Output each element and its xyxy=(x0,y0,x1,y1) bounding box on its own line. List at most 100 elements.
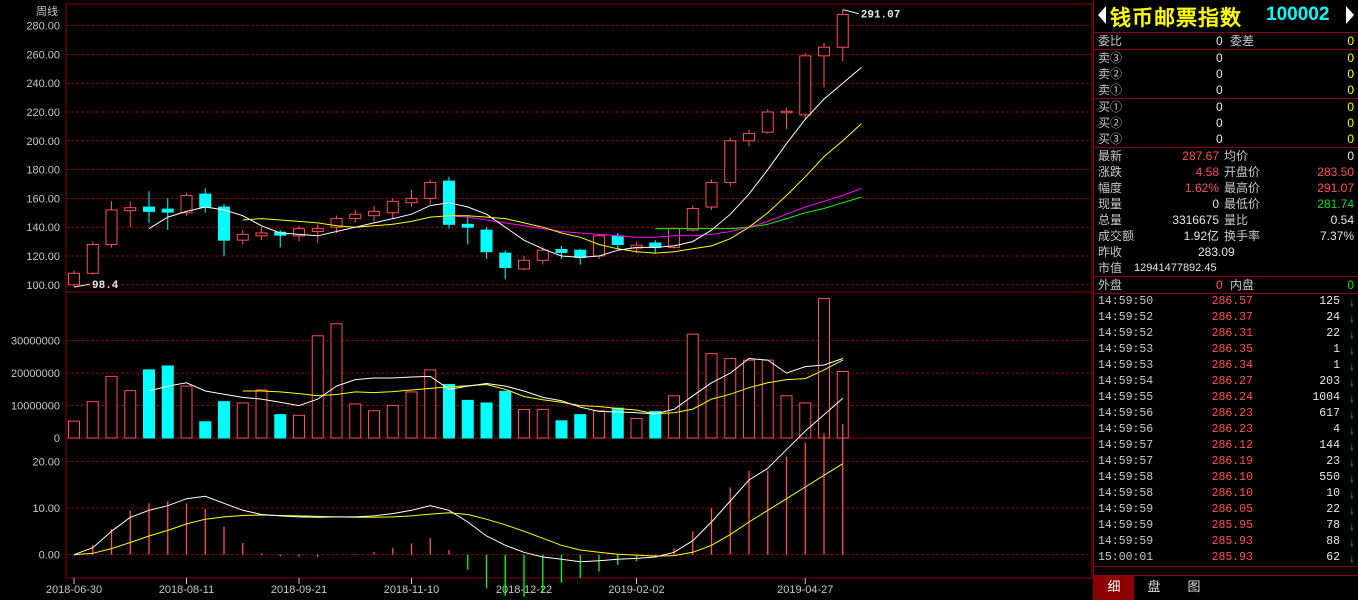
candlesticks[interactable] xyxy=(68,9,849,288)
candle-body[interactable] xyxy=(574,249,587,258)
tick-volume: 1004 xyxy=(1312,391,1340,404)
max-price-label: 291.07 xyxy=(861,10,901,22)
tick-row[interactable]: 14:59:50 286.57 125 ↓ xyxy=(1094,294,1358,310)
candle-body[interactable] xyxy=(555,248,568,253)
buy-level-row: 买① 0 0 xyxy=(1094,99,1358,115)
candle-body[interactable] xyxy=(743,133,755,142)
tick-row[interactable]: 14:59:59 286.05 22 ↓ xyxy=(1094,502,1358,518)
tick-row[interactable]: 14:59:58 286.10 10 ↓ xyxy=(1094,486,1358,502)
tick-row[interactable]: 14:59:59 285.93 88 ↓ xyxy=(1094,534,1358,550)
candle-body[interactable] xyxy=(199,193,212,208)
candle-body[interactable] xyxy=(255,232,268,237)
candle-body[interactable] xyxy=(611,235,624,245)
kline-chart-svg[interactable]: 周线 280.00 260.00 240.00 220.00 200.00 180.00 1… xyxy=(0,0,1093,600)
candle-body[interactable] xyxy=(518,259,530,270)
candle-body[interactable] xyxy=(311,228,324,233)
tick-price: 286.05 xyxy=(1211,503,1253,516)
security-name: 钱币邮票指数 xyxy=(1110,6,1242,30)
stat-row: 涨跌 4.58 开盘价 283.50 xyxy=(1094,164,1358,180)
candle-body[interactable] xyxy=(405,197,418,204)
tick-row[interactable]: 14:59:56 286.23 617 ↓ xyxy=(1094,406,1358,422)
ma-line-magenta xyxy=(448,187,862,238)
tick-row[interactable]: 14:59:56 286.23 4 ↓ xyxy=(1094,422,1358,438)
volume-bar xyxy=(105,375,118,439)
down-arrow-icon: ↓ xyxy=(1349,455,1355,469)
tick-row[interactable]: 14:59:53 286.35 1 ↓ xyxy=(1094,342,1358,358)
candle-body[interactable] xyxy=(68,272,80,286)
tick-time: 14:59:58 xyxy=(1098,487,1154,500)
tab-detail[interactable]: 细 xyxy=(1094,576,1134,600)
tab-chart[interactable]: 图 xyxy=(1174,576,1214,600)
candle-body[interactable] xyxy=(836,14,849,48)
down-arrow-icon: ↓ xyxy=(1349,519,1355,533)
volume-bar xyxy=(424,369,437,439)
tick-row[interactable]: 14:59:52 286.37 24 ↓ xyxy=(1094,310,1358,326)
candle-body[interactable] xyxy=(686,207,699,231)
candle-body[interactable] xyxy=(761,111,774,133)
tick-row[interactable]: 14:59:54 286.27 203 ↓ xyxy=(1094,374,1358,390)
buy-level-label: 买① xyxy=(1098,100,1123,114)
prev-security-arrow-icon[interactable] xyxy=(1098,6,1106,24)
tick-row[interactable]: 14:59:57 286.12 144 ↓ xyxy=(1094,438,1358,454)
candle-body[interactable] xyxy=(143,206,155,212)
tick-row[interactable]: 14:59:58 286.10 550 ↓ xyxy=(1094,470,1358,486)
security-code: 100002 xyxy=(1266,4,1330,25)
volume-bar xyxy=(199,421,212,439)
tick-row[interactable]: 14:59:59 285.95 78 ↓ xyxy=(1094,518,1358,534)
candle-body[interactable] xyxy=(161,208,174,213)
tick-volume: 144 xyxy=(1319,439,1340,452)
buy-level-volume: 0 xyxy=(1347,100,1354,114)
tick-row[interactable]: 14:59:55 286.24 1004 ↓ xyxy=(1094,390,1358,406)
candle-body[interactable] xyxy=(236,233,249,241)
tick-time: 14:59:53 xyxy=(1098,343,1154,356)
candle-body[interactable] xyxy=(461,223,474,228)
kline-chart-area[interactable]: 周线 280.00 260.00 240.00 220.00 200.00 180.00 1… xyxy=(0,0,1093,600)
candle-body[interactable] xyxy=(480,229,493,253)
candle-body[interactable] xyxy=(593,235,605,257)
candle-body[interactable] xyxy=(349,213,362,220)
sell-level-label: 卖③ xyxy=(1098,51,1123,65)
tick-row[interactable]: 14:59:52 286.31 22 ↓ xyxy=(1094,326,1358,342)
candle-body[interactable] xyxy=(818,46,830,57)
volume-bar xyxy=(86,401,99,439)
candle-body[interactable] xyxy=(705,182,718,208)
stat-value: 291.07 xyxy=(1317,181,1354,195)
candle-body[interactable] xyxy=(724,140,737,184)
tab-orderbook[interactable]: 盘 xyxy=(1134,576,1174,600)
candle-body[interactable] xyxy=(536,249,549,261)
volume-bar xyxy=(236,402,249,439)
bottom-tabs: 细 盘 图 xyxy=(1094,575,1358,600)
candle-body[interactable] xyxy=(424,182,437,199)
tick-price: 286.37 xyxy=(1211,311,1253,324)
tick-time: 14:59:57 xyxy=(1098,439,1154,452)
tick-row[interactable]: 14:59:53 286.34 1 ↓ xyxy=(1094,358,1358,374)
candle-body[interactable] xyxy=(499,252,512,269)
candle-body[interactable] xyxy=(218,206,230,241)
tick-volume: 22 xyxy=(1326,327,1340,340)
candle-body[interactable] xyxy=(799,55,812,116)
date-label: 2018-06-30 xyxy=(46,584,102,596)
candle-body[interactable] xyxy=(368,210,380,217)
buy-level-label: 买③ xyxy=(1098,132,1123,146)
weicha-label: 委差 xyxy=(1230,34,1255,48)
tick-list[interactable]: 14:59:50 286.57 125 ↓ 14:59:52 286.37 24 ↓ 14:59… xyxy=(1094,294,1358,567)
buy-orders: 买① 0 0 买② 0 0 买③ 0 0 xyxy=(1094,99,1358,148)
stat-value: 3316675 xyxy=(1172,213,1219,227)
volume-tick-label: 10000000 xyxy=(11,401,60,413)
candle-body[interactable] xyxy=(386,200,399,214)
stat-label: 均价 xyxy=(1224,149,1249,163)
tick-price: 286.10 xyxy=(1211,487,1253,500)
tick-price: 286.10 xyxy=(1211,471,1253,484)
candle-body[interactable] xyxy=(124,207,137,212)
candle-body[interactable] xyxy=(105,209,118,245)
tick-time: 14:59:58 xyxy=(1098,471,1154,484)
down-arrow-icon: ↓ xyxy=(1349,343,1355,357)
tick-row[interactable]: 15:00:01 285.93 62 ↓ xyxy=(1094,550,1358,566)
down-arrow-icon: ↓ xyxy=(1349,327,1355,341)
tick-volume: 125 xyxy=(1319,295,1340,308)
candle-body[interactable] xyxy=(780,110,793,114)
tick-row[interactable]: 14:59:57 286.19 23 ↓ xyxy=(1094,454,1358,470)
macd-tick-label: 10.00 xyxy=(32,503,60,515)
next-security-arrow-icon[interactable] xyxy=(1346,6,1354,24)
candle-body[interactable] xyxy=(86,243,99,274)
